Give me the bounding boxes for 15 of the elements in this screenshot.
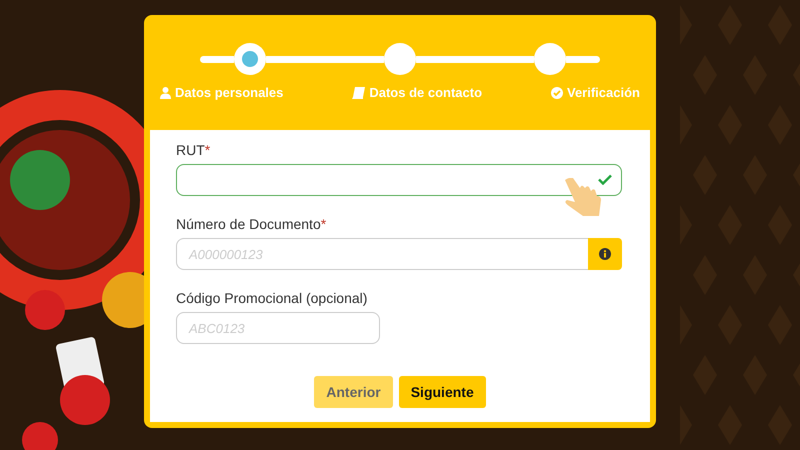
field-label: Código Promocional (opcional) xyxy=(176,290,368,306)
check-circle-icon xyxy=(551,86,563,98)
step-label: Datos de contacto xyxy=(369,85,482,100)
book-icon xyxy=(352,86,366,98)
field-label: RUT* xyxy=(176,142,212,158)
step-label: Datos personales xyxy=(175,85,284,100)
info-button[interactable] xyxy=(588,238,622,270)
info-icon xyxy=(599,248,611,260)
input-field[interactable] xyxy=(176,164,622,196)
step-label: Verificación xyxy=(567,85,640,100)
user-icon xyxy=(160,86,171,98)
checkmark-icon xyxy=(598,174,612,185)
field-label: Número de Documento* xyxy=(176,216,328,232)
next-button[interactable]: Siguiente xyxy=(398,376,486,408)
progress-line xyxy=(200,56,234,62)
